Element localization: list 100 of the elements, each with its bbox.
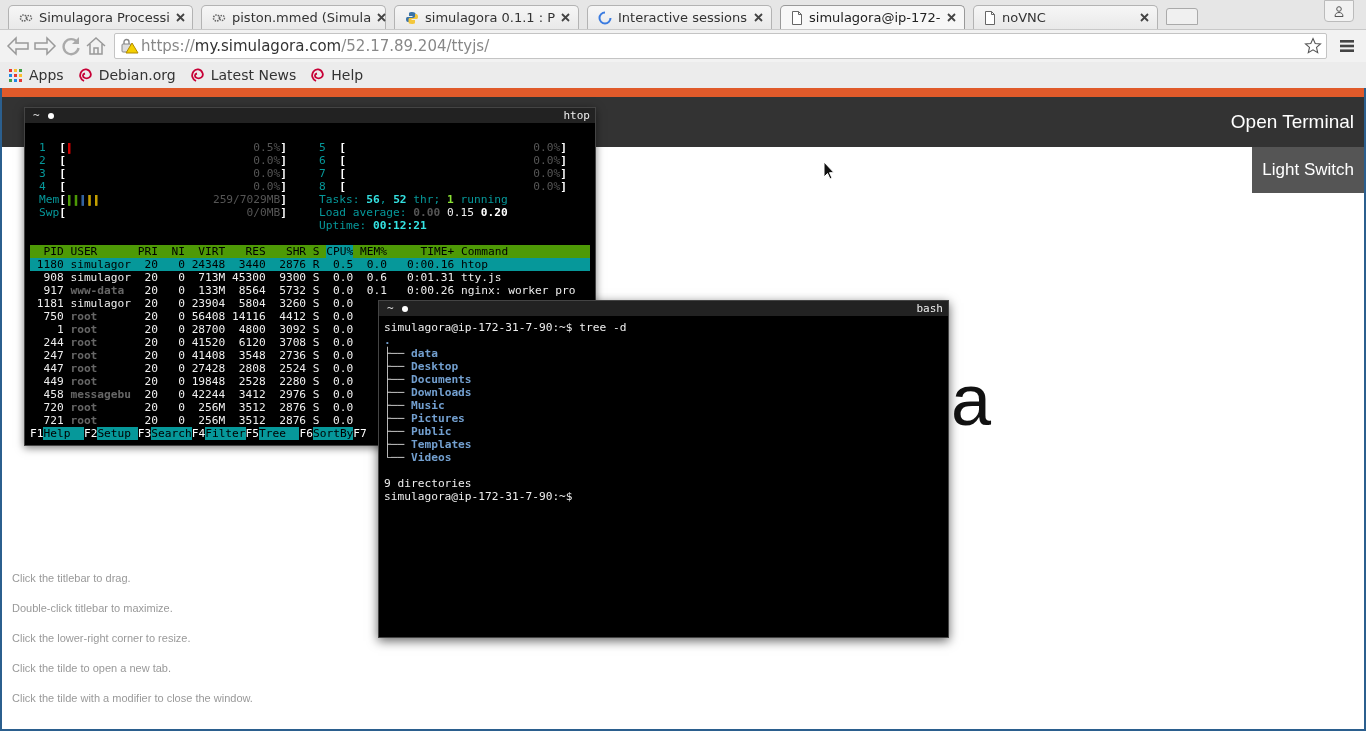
profile-button[interactable] (1324, 0, 1354, 22)
bookmark[interactable]: Debian.org (77, 67, 176, 83)
bookmark[interactable]: Latest News (189, 67, 297, 83)
hint-text: Click the lower-right corner to resize. (12, 631, 192, 646)
tab-title: simulagora@ip-172- (809, 10, 941, 25)
address-bar[interactable]: https://my.simulagora.com/52.17.89.204/ttyjs/ (114, 33, 1327, 59)
table-cell-text: 9300 (278, 271, 307, 284)
swirl-icon (310, 67, 325, 83)
tilde-button[interactable]: ~ (33, 109, 40, 122)
function-key[interactable]: Filter (205, 427, 246, 440)
table-row[interactable]: 1181 simulagor 20 0 23904 5804 3260 S 0.0 (30, 297, 354, 310)
table-cell-text: 721 (42, 414, 64, 427)
table-cell-text: 20 (143, 323, 158, 336)
table-cell-text: 5732 (278, 284, 307, 297)
bookmark[interactable]: Apps (9, 67, 64, 83)
table-row[interactable]: 458 messagebu 20 0 42244 3412 2976 S 0.0 (30, 388, 354, 401)
table-cell-text: root (70, 401, 99, 414)
meter: 5 [ 0.0%] (319, 141, 567, 154)
table-cell: S (312, 323, 320, 336)
table-cell-text: 20 (143, 401, 158, 414)
table-cell-text: root (70, 323, 99, 336)
table-cell: 24348 (191, 258, 226, 271)
table-cell: simulagor (70, 258, 131, 271)
column-header: S (312, 245, 320, 258)
tilde-button[interactable]: ~ (387, 302, 394, 315)
table-cell-text: 0.5 (332, 258, 354, 271)
column-header: NI (170, 245, 185, 258)
close-icon[interactable] (1140, 13, 1149, 22)
close-icon[interactable] (561, 13, 571, 22)
table-cell-text: 0.0 (332, 414, 354, 427)
table-row[interactable]: 1180 simulagor 20 0 24348 3440 2876 R 0.5 0.0 0:00.16 htop (30, 258, 590, 271)
tab-title: noVNC (1002, 10, 1047, 25)
table-cell-text: 20 (143, 297, 158, 310)
table-cell-text: 2280 (278, 375, 307, 388)
table-cell-text: 247 (42, 349, 64, 362)
table-cell-text: 6120 (237, 336, 266, 349)
function-key[interactable]: Tree (259, 427, 300, 440)
close-icon[interactable] (377, 13, 387, 22)
gear-icon (19, 11, 33, 24)
page-icon (984, 10, 996, 25)
table-row[interactable]: 908 simulagor 20 0 713M 45300 9300 S 0.0 0.6 0:01.31 tty.js (30, 271, 590, 284)
function-key[interactable]: Search (151, 427, 192, 440)
browser-tab[interactable]: piston.mmed (Simula (201, 5, 386, 29)
column-header: PRI (137, 245, 158, 258)
browser-tab[interactable]: noVNC (973, 5, 1158, 29)
light-switch-button[interactable]: Light Switch (1252, 147, 1364, 193)
hint-text: Double-click titlebar to maximize. (12, 601, 174, 616)
table-cell-text: 0.0 (332, 271, 354, 284)
table-row[interactable]: 720 root 20 0 256M 3512 2876 S 0.0 (30, 401, 354, 414)
table-cell: S (312, 414, 320, 427)
key-label: F1 (30, 427, 44, 440)
table-cell-text: 0:00.16 (406, 258, 455, 271)
table-row[interactable]: 917 www-data 20 0 133M 8564 5732 S 0.0 0.1 0:00.26 nginx: worker pro (30, 284, 590, 297)
hint-text: Click the titlebar to drag. (12, 571, 132, 586)
function-key[interactable]: Help (43, 427, 84, 440)
meter: Swp[ 0/0MB] (39, 206, 287, 219)
star-icon[interactable] (1304, 37, 1322, 55)
dot-icon (47, 112, 54, 119)
close-icon[interactable] (754, 13, 763, 22)
browser-tab[interactable]: Interactive sessions (587, 5, 772, 29)
tree-line: ├── Pictures (384, 412, 466, 425)
open-terminal-link[interactable]: Open Terminal (1230, 111, 1354, 133)
table-cell: 23904 (191, 297, 226, 310)
close-icon[interactable] (947, 13, 956, 22)
table-row[interactable]: 1 root 20 0 28700 4800 3092 S 0.0 (30, 323, 354, 336)
table-row[interactable]: 750 root 20 0 56408 14116 4412 S 0.0 (30, 310, 354, 323)
tab-title: Interactive sessions (618, 10, 748, 25)
close-icon[interactable] (175, 13, 185, 22)
table-row[interactable]: 449 root 20 0 19848 2528 2280 S 0.0 (30, 375, 354, 388)
table-cell-text: root (70, 336, 99, 349)
bookmark-label: Help (331, 67, 364, 83)
browser-tab[interactable]: Simulagora Processi (8, 5, 193, 29)
table-row[interactable]: 244 root 20 0 41520 6120 3708 S 0.0 (30, 336, 354, 349)
table-cell: S (312, 388, 320, 401)
back-icon[interactable] (6, 36, 30, 56)
meter: Mem[||||| 259/7029MB] (39, 193, 287, 206)
key-label: F3 (137, 427, 152, 440)
key-label: F2 (83, 427, 98, 440)
table-row[interactable]: 247 root 20 0 41408 3548 2736 S 0.0 (30, 349, 354, 362)
table-cell-text: 3708 (278, 336, 307, 349)
browser-tab[interactable]: simulagora@ip-172- (780, 5, 965, 29)
table-cell: simulagor (70, 271, 131, 284)
column-header: TIME+ (419, 245, 455, 258)
menu-icon[interactable] (1340, 39, 1354, 53)
table-row[interactable]: 721 root 20 0 256M 3512 2876 S 0.0 (30, 414, 354, 427)
table-cell-text: 447 (42, 362, 64, 375)
table-cell-text: 256M (197, 401, 226, 414)
table-cell-text: 0 (177, 297, 185, 310)
table-cell-text: root (70, 414, 99, 427)
function-key[interactable]: Setup (97, 427, 138, 440)
table-cell-text: 0 (177, 388, 185, 401)
browser-tab[interactable]: simulagora 0.1.1 : P (394, 5, 579, 29)
spinner-icon (598, 10, 612, 25)
meter: 2 [ 0.0%] (39, 154, 287, 167)
forward-icon[interactable] (33, 36, 57, 56)
column-header: Command (461, 245, 509, 258)
table-row[interactable]: 447 root 20 0 27428 2808 2524 S 0.0 (30, 362, 354, 375)
bookmark[interactable]: Help (310, 67, 364, 83)
tree-line: ├── Templates (384, 438, 473, 451)
table-cell-text: 3440 (237, 258, 266, 271)
